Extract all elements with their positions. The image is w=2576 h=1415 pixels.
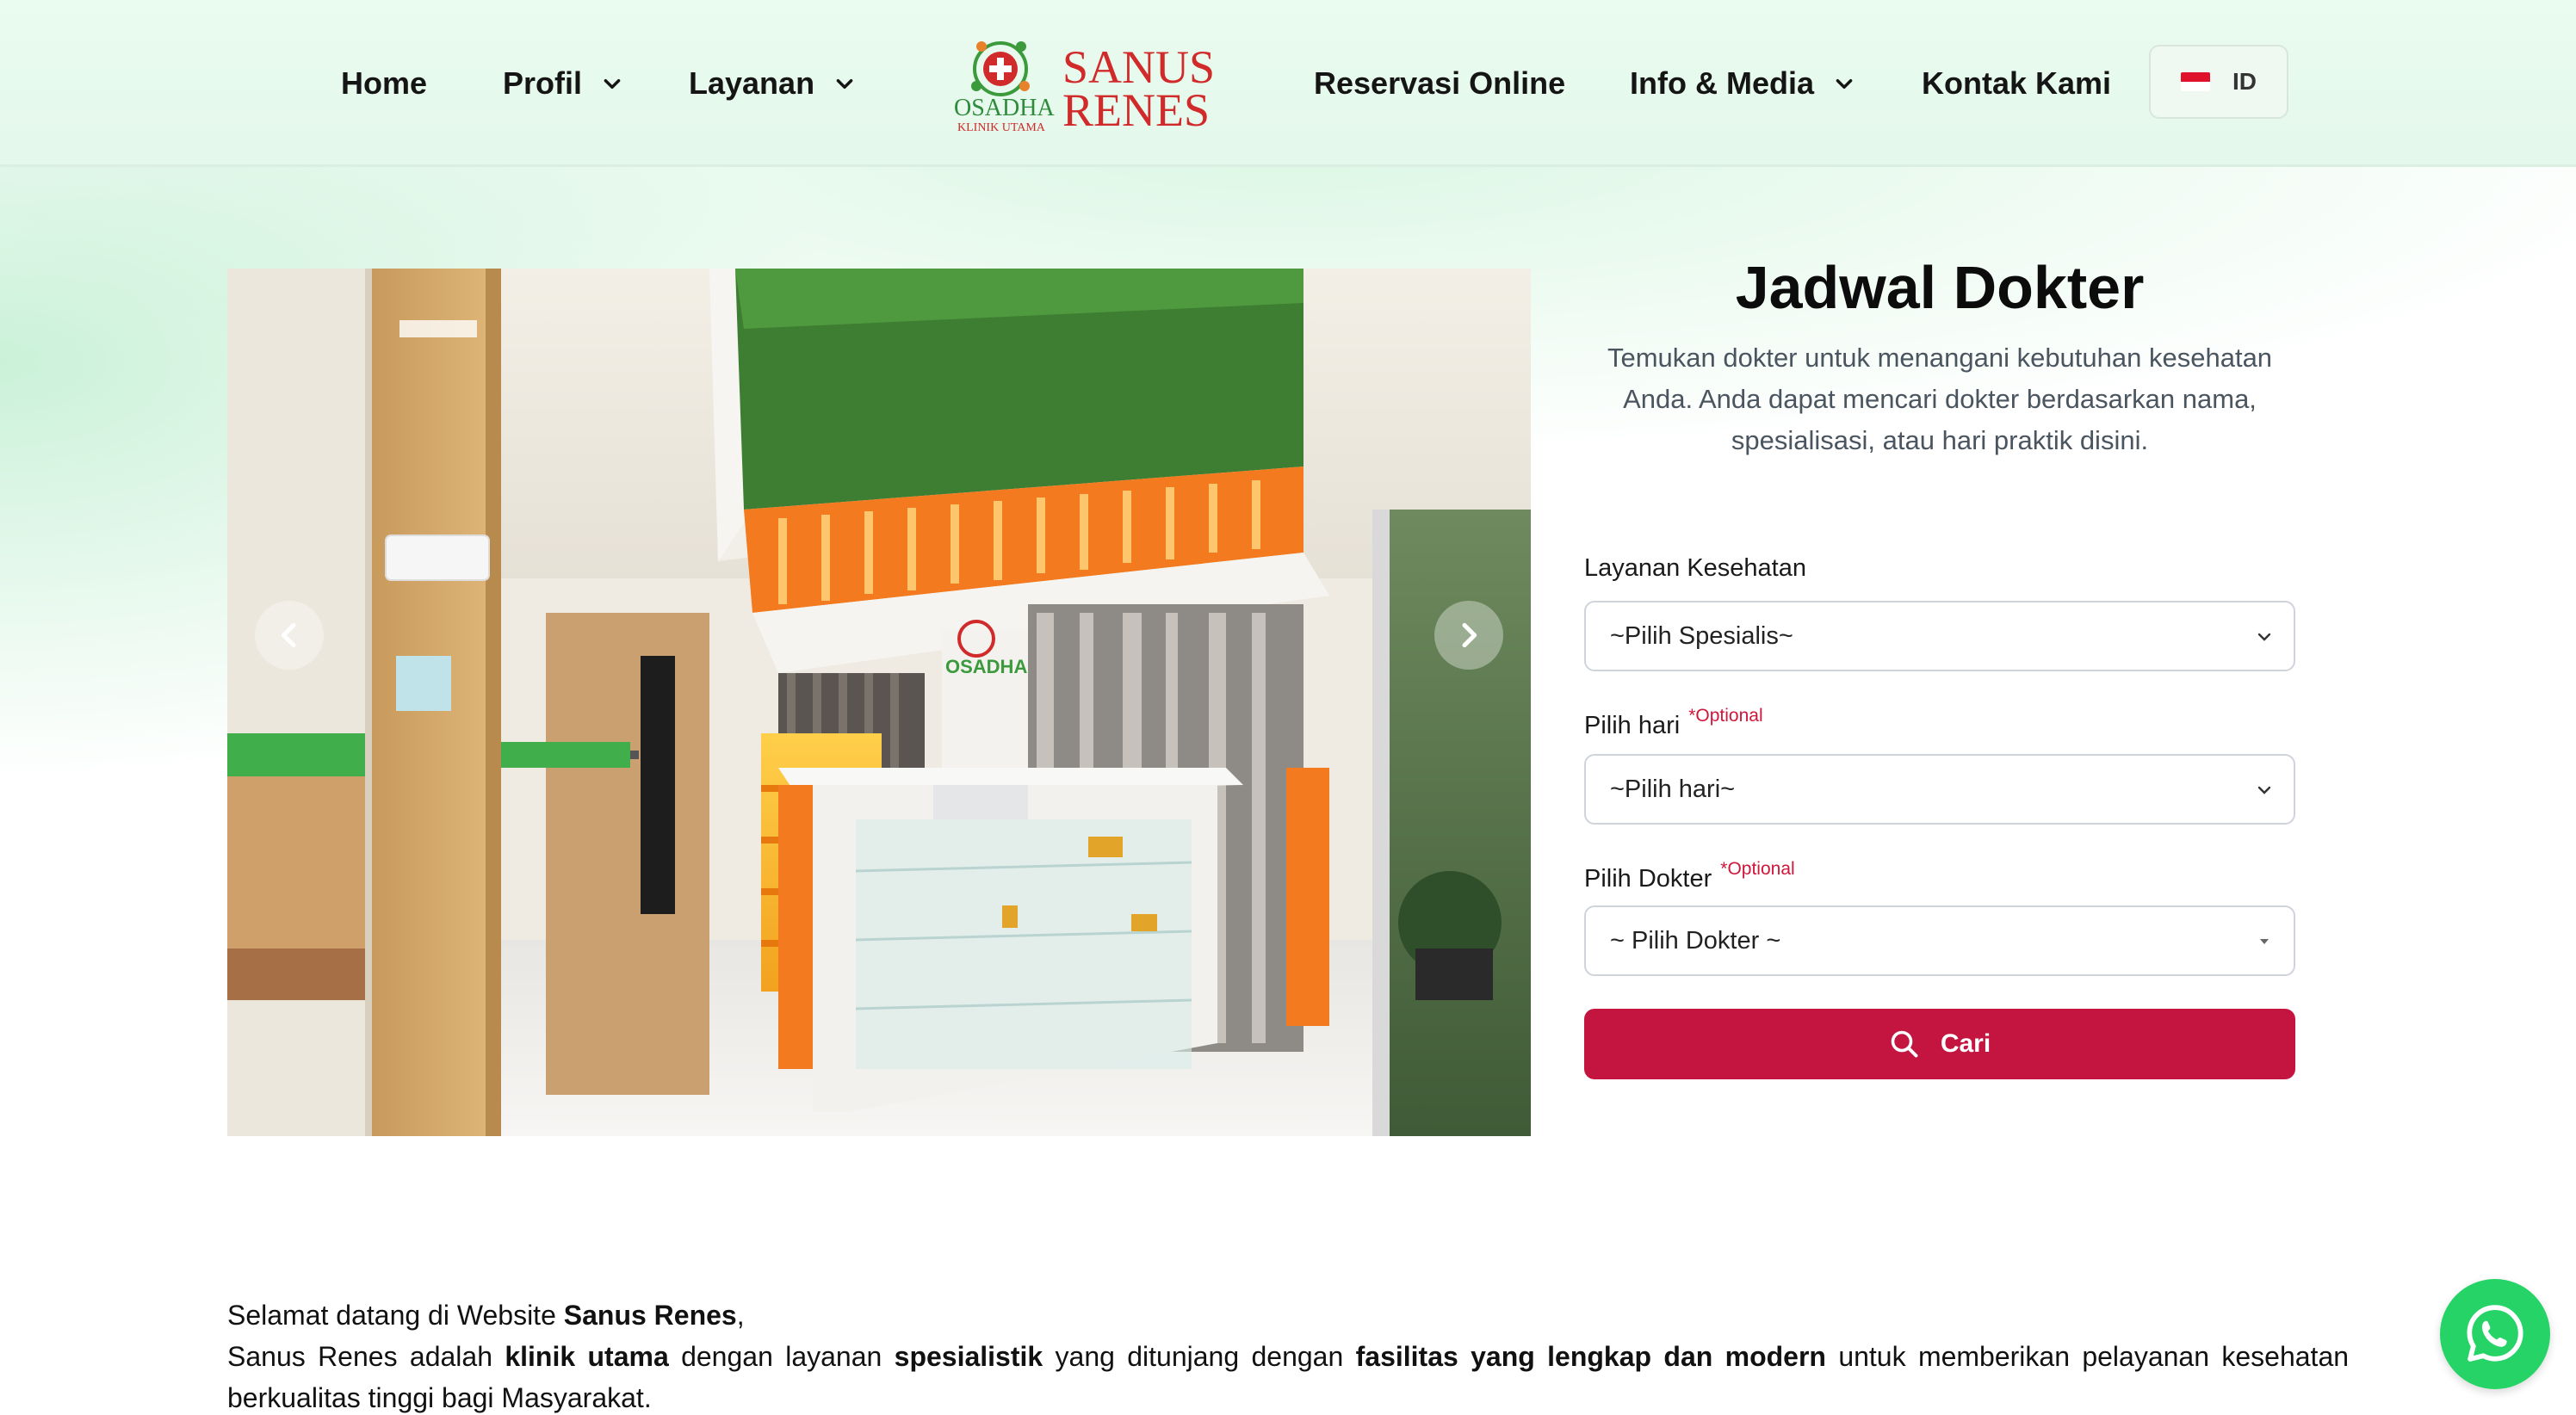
hari-select-value: ~Pilih hari~ — [1610, 775, 1736, 803]
hero-sign-text: OSADHA — [945, 656, 1027, 677]
chevron-down-icon — [1836, 79, 1853, 90]
whatsapp-button[interactable] — [2440, 1279, 2550, 1389]
chevron-down-icon — [2257, 633, 2271, 641]
nav-info-media-label: Info & Media — [1630, 65, 1814, 101]
layanan-select[interactable]: ~Pilih Spesialis~ — [1584, 601, 2295, 671]
welcome-description: Sanus Renes adalah klinik utama dengan l… — [227, 1341, 2350, 1413]
logo-mark: OSADHA KLINIK UTAMA SANUS RENES — [954, 41, 1215, 136]
hari-label: Pilih hari *Optional — [1584, 706, 1763, 739]
dokter-label: Pilih Dokter *Optional — [1584, 859, 1795, 893]
layanan-select-value: ~Pilih Spesialis~ — [1610, 621, 1793, 650]
hero-carousel[interactable]: OSADHA — [227, 269, 1531, 1136]
nav-profil-label: Profil — [503, 65, 583, 101]
language-label: ID — [2232, 68, 2257, 95]
nav-reservasi-label: Reservasi Online — [1314, 65, 1566, 101]
chevron-right-icon — [1462, 622, 1477, 648]
chevron-down-icon — [604, 79, 621, 90]
nav-kontak[interactable]: Kontak Kami — [1922, 60, 2111, 107]
nav-layanan[interactable]: Layanan — [689, 60, 856, 107]
logo-sub-top: OSADHA — [954, 95, 1055, 121]
doctor-schedule-panel: Jadwal Dokter Temukan dokter untuk menan… — [1584, 250, 2295, 1093]
hari-optional-tag: *Optional — [1688, 706, 1763, 726]
nav-home[interactable]: Home — [341, 60, 427, 107]
nav-home-label: Home — [341, 65, 428, 101]
nav-layanan-label: Layanan — [689, 65, 815, 101]
navbar: Home Profil Layanan OSADHA KLINIK UTAMA … — [0, 0, 2576, 167]
logo[interactable]: OSADHA KLINIK UTAMA SANUS RENES — [947, 26, 1223, 138]
logo-sub-bottom: KLINIK UTAMA — [957, 121, 1046, 134]
dokter-select[interactable]: ~ Pilih Dokter ~ — [1584, 905, 2295, 976]
dokter-select-value: ~ Pilih Dokter ~ — [1610, 926, 1781, 955]
nav-kontak-label: Kontak Kami — [1922, 65, 2112, 101]
logo-brand-bottom: RENES — [1062, 84, 1210, 136]
carousel-next-button[interactable] — [1434, 601, 1503, 670]
clinic-interior-photo: OSADHA — [227, 269, 1531, 1136]
hari-select[interactable]: ~Pilih hari~ — [1584, 754, 2295, 825]
search-icon — [1891, 1030, 1918, 1058]
welcome-text: Selamat datang di Website Sanus Renes, S… — [227, 1295, 2349, 1415]
panel-title: Jadwal Dokter — [1735, 254, 2145, 321]
search-button[interactable]: Cari — [1584, 1009, 2295, 1079]
chevron-left-icon — [281, 622, 296, 648]
chevron-down-icon — [836, 79, 853, 90]
nav-reservasi[interactable]: Reservasi Online — [1314, 60, 1565, 107]
chevron-down-icon — [2257, 786, 2271, 794]
dokter-optional-tag: *Optional — [1720, 859, 1795, 879]
panel-subtitle: Temukan dokter untuk menangani kebutuhan… — [1607, 343, 2273, 455]
language-switcher[interactable]: ID — [2149, 45, 2288, 119]
carousel-prev-button[interactable] — [255, 601, 324, 670]
welcome-line: Selamat datang di Website Sanus Renes, — [227, 1300, 745, 1331]
indonesia-flag-icon — [2181, 72, 2210, 91]
whatsapp-icon — [2467, 1305, 2523, 1362]
caret-down-icon — [2260, 939, 2269, 944]
layanan-label: Layanan Kesehatan — [1584, 554, 1806, 582]
nav-profil[interactable]: Profil — [503, 60, 623, 107]
nav-info-media[interactable]: Info & Media — [1630, 60, 1855, 107]
search-button-label: Cari — [1940, 1029, 1991, 1058]
